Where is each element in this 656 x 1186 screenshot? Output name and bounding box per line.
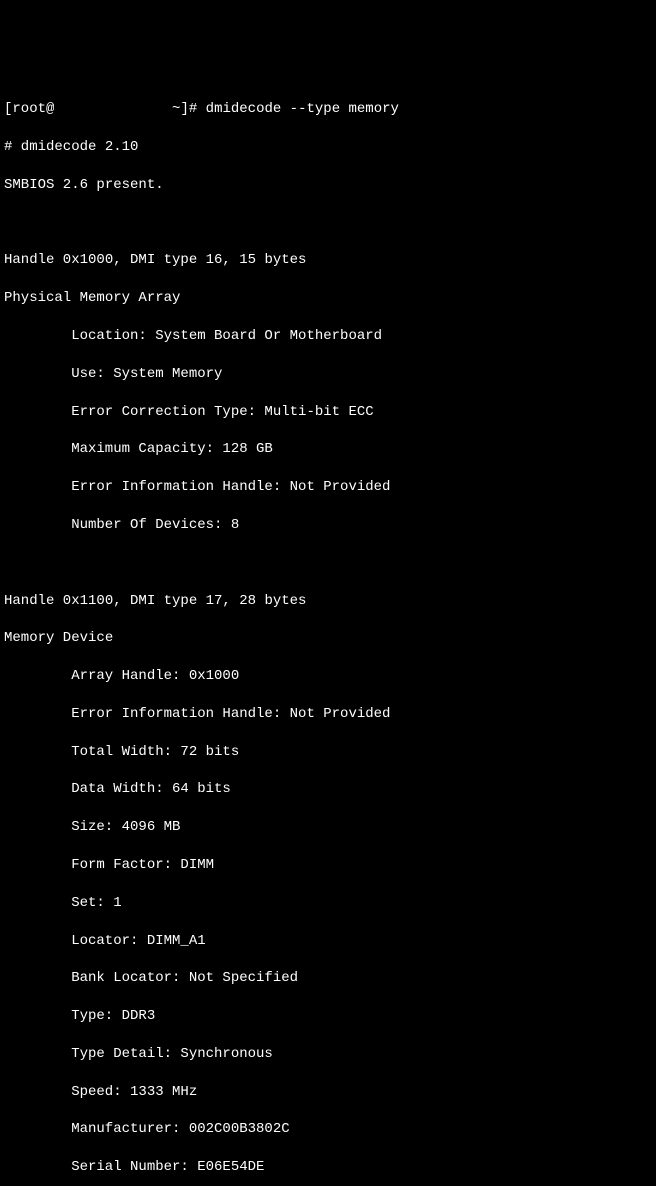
field-type: Type: DDR3 <box>4 1007 652 1026</box>
field-max-capacity: Maximum Capacity: 128 GB <box>4 440 652 459</box>
field-location: Location: System Board Or Motherboard <box>4 327 652 346</box>
blank-line <box>4 214 652 233</box>
field-serial: Serial Number: E06E54DE <box>4 1158 652 1177</box>
smbios-version: SMBIOS 2.6 present. <box>4 176 652 195</box>
field-manufacturer: Manufacturer: 002C00B3802C <box>4 1120 652 1139</box>
field-bank-locator: Bank Locator: Not Specified <box>4 969 652 988</box>
redacted-hostname <box>54 98 113 117</box>
prompt-line: [root@ ~]# dmidecode --type memory <box>4 98 652 119</box>
handle-header: Handle 0x1100, DMI type 17, 28 bytes <box>4 592 652 611</box>
field-locator: Locator: DIMM_A1 <box>4 932 652 951</box>
field-total-width: Total Width: 72 bits <box>4 743 652 762</box>
terminal-output: [root@ ~]# dmidecode --type memory # dmi… <box>4 80 652 1186</box>
field-error-info: Error Information Handle: Not Provided <box>4 705 652 724</box>
prompt-prefix: [root@ <box>4 101 54 117</box>
field-set: Set: 1 <box>4 894 652 913</box>
field-size: Size: 4096 MB <box>4 818 652 837</box>
section-title: Physical Memory Array <box>4 289 652 308</box>
field-array-handle: Array Handle: 0x1000 <box>4 667 652 686</box>
prompt-suffix: ~]# <box>164 101 206 117</box>
section-title: Memory Device <box>4 629 652 648</box>
redacted-part <box>122 98 164 117</box>
field-use: Use: System Memory <box>4 365 652 384</box>
field-ecc: Error Correction Type: Multi-bit ECC <box>4 403 652 422</box>
field-num-devices: Number Of Devices: 8 <box>4 516 652 535</box>
field-type-detail: Type Detail: Synchronous <box>4 1045 652 1064</box>
dmidecode-version: # dmidecode 2.10 <box>4 138 652 157</box>
field-data-width: Data Width: 64 bits <box>4 780 652 799</box>
field-form-factor: Form Factor: DIMM <box>4 856 652 875</box>
handle-header: Handle 0x1000, DMI type 16, 15 bytes <box>4 251 652 270</box>
field-speed: Speed: 1333 MHz <box>4 1083 652 1102</box>
blank-line <box>4 554 652 573</box>
field-error-info: Error Information Handle: Not Provided <box>4 478 652 497</box>
command-text: dmidecode --type memory <box>206 101 399 117</box>
